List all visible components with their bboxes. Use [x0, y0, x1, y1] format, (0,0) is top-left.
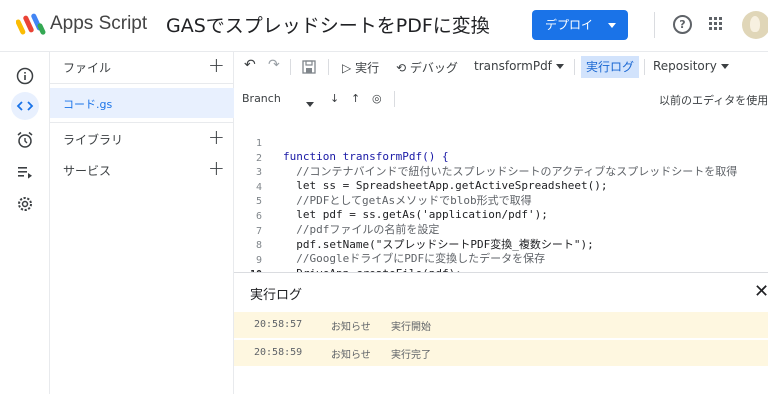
repository-label: Repository — [653, 59, 717, 73]
add-file-icon[interactable]: + — [208, 54, 225, 76]
debug-label: デバッグ — [409, 61, 458, 75]
log-level: お知らせ — [331, 322, 371, 333]
close-icon[interactable]: ✕ — [754, 281, 768, 302]
undo-icon[interactable]: ↶ — [244, 57, 256, 73]
apps-script-logo-icon[interactable] — [15, 11, 46, 37]
debug-button[interactable]: ⟲ デバッグ — [396, 59, 458, 76]
code-line: 2 //コンテナバインドで紐付いたスプレッドシートのアクティブなスプレッドシート… — [255, 152, 738, 178]
execution-log-button[interactable]: 実行ログ — [581, 56, 639, 78]
divider — [50, 83, 234, 84]
file-name: コード.gs — [63, 98, 113, 111]
divider — [394, 91, 395, 107]
avatar[interactable] — [742, 11, 768, 39]
code-line: 6 //pdfファイルの名前を設定 — [255, 211, 440, 236]
log-time: 20:58:57 — [254, 319, 303, 330]
top-bar: Apps Script GASでスプレッドシートをPDFに変換 デプロイ ? — [0, 0, 768, 50]
chevron-down-icon — [720, 64, 729, 69]
files-panel: ファイル + コード.gs ライブラリ + サービス + — [50, 52, 234, 394]
add-service-icon[interactable]: + — [208, 157, 225, 179]
alarm-icon[interactable] — [11, 126, 39, 154]
files-section-header: ファイル + — [50, 52, 234, 82]
debug-icon: ⟲ — [396, 61, 407, 75]
executions-icon[interactable] — [11, 158, 39, 186]
legacy-editor-link[interactable]: 以前のエディタを使用 — [659, 92, 768, 108]
libraries-section-header: ライブラリ + — [50, 124, 234, 154]
repository-menu[interactable]: Repository — [653, 59, 729, 73]
code-line: 1 function transformPdf() { — [255, 138, 449, 163]
app-name: Apps Script — [50, 13, 148, 34]
log-message: 実行完了 — [391, 350, 431, 361]
libraries-label: ライブラリ — [63, 133, 124, 147]
log-level: お知らせ — [331, 350, 371, 361]
log-entry: 20:58:59 お知らせ 実行完了 — [234, 340, 768, 366]
function-select-value: transformPdf — [474, 59, 552, 73]
save-icon[interactable] — [302, 60, 316, 77]
step-over-icon[interactable]: ↓ — [330, 92, 339, 105]
code-line-current: 10 } — [234, 255, 768, 296]
code-line: 9 DriveApp.createFile(pdf); — [255, 254, 462, 280]
log-message: 実行開始 — [391, 322, 431, 333]
branch-dropdown[interactable] — [302, 97, 314, 110]
deploy-button-label: デプロイ — [545, 18, 594, 32]
chevron-down-icon — [555, 64, 564, 69]
add-library-icon[interactable]: + — [208, 126, 225, 148]
code-icon[interactable] — [11, 92, 39, 120]
deploy-button[interactable]: デプロイ — [532, 10, 628, 40]
log-entry: 20:58:57 お知らせ 実行開始 — [234, 312, 768, 338]
file-item-code-gs[interactable]: コード.gs — [50, 88, 234, 118]
code-editor[interactable]: 1 function transformPdf() { 2 //コンテナバインド… — [234, 122, 768, 296]
code-line: 7 pdf.setName("スプレッドシートPDF変換_複数シート"); — [255, 225, 594, 251]
code-line: 8 //GoogleドライブにPDFに変換したデータを保存 — [255, 240, 546, 266]
play-icon: ▷ — [342, 61, 352, 75]
services-section-header: サービス + — [50, 155, 234, 185]
google-apps-icon[interactable] — [709, 17, 723, 31]
code-line: 5 let pdf = ss.getAs('application/pdf'); — [255, 196, 548, 222]
services-label: サービス — [63, 164, 112, 178]
step-out-icon[interactable]: ↑ — [351, 92, 360, 105]
debug-bar: Branch ↓ ↑ ◎ 以前のエディタを使用 — [234, 86, 768, 112]
project-title[interactable]: GASでスプレッドシートをPDFに変換 — [166, 11, 490, 38]
left-rail — [0, 52, 50, 394]
code-line: 4 //PDFとしてgetAsメソッドでblob形式で取得 — [255, 181, 532, 207]
execution-log-title: 実行ログ — [250, 288, 303, 303]
redo-icon[interactable]: ↷ — [268, 57, 280, 73]
function-select[interactable]: transformPdf — [474, 59, 564, 73]
help-icon[interactable]: ? — [673, 15, 692, 34]
settings-icon[interactable] — [11, 190, 39, 218]
info-icon[interactable] — [11, 62, 39, 90]
editor-toolbar: ↶ ↷ ▷ 実行 ⟲ デバッグ transformPdf 実行ログ Reposi… — [234, 52, 768, 82]
code-line: 3 let ss = SpreadsheetApp.getActiveSprea… — [255, 167, 608, 193]
divider — [654, 12, 655, 38]
branch-label: Branch — [242, 92, 281, 105]
divider — [328, 59, 329, 75]
resume-icon[interactable]: ◎ — [372, 92, 382, 105]
execution-log-panel: 実行ログ ✕ 20:58:57 お知らせ 実行開始 20:58:59 お知らせ … — [234, 272, 768, 394]
log-time: 20:58:59 — [254, 347, 303, 358]
divider — [290, 59, 291, 75]
divider — [574, 59, 575, 75]
chevron-down-icon — [306, 101, 314, 107]
files-label: ファイル — [63, 61, 112, 75]
chevron-down-icon — [608, 23, 616, 28]
divider — [644, 59, 645, 75]
run-button[interactable]: ▷ 実行 — [342, 59, 379, 76]
divider — [50, 122, 234, 123]
run-label: 実行 — [355, 61, 380, 75]
